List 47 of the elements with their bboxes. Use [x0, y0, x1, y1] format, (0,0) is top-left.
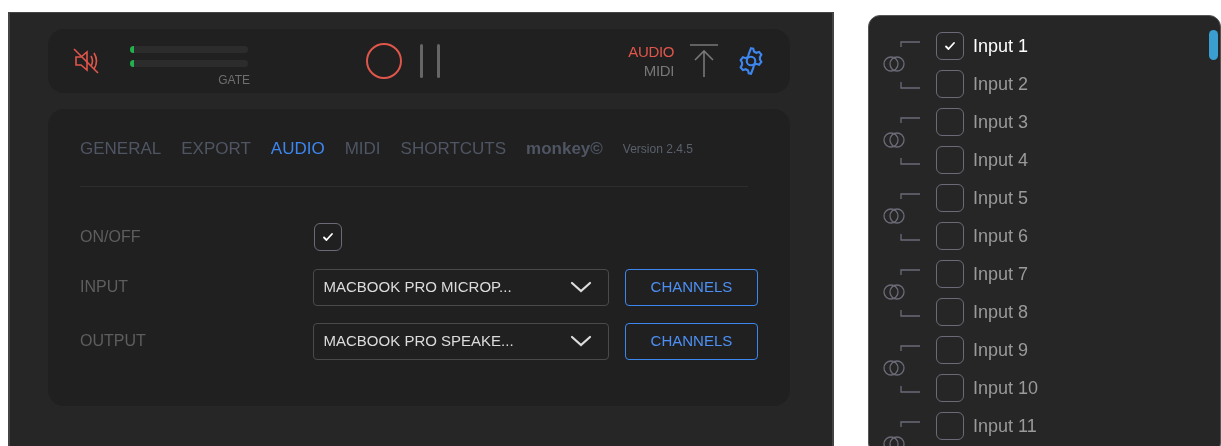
checkmark-icon: [321, 230, 335, 244]
on-off-checkbox[interactable]: [314, 223, 342, 251]
speaker-muted-icon: [71, 46, 101, 76]
record-button[interactable]: [366, 43, 402, 79]
chevron-down-icon: [569, 281, 592, 293]
channel-label: Input 9: [973, 338, 1029, 362]
device-dropdown[interactable]: MACBOOK PRO SPEAKE...: [312, 322, 609, 360]
channel-checkbox[interactable]: [936, 298, 964, 326]
device-dropdown[interactable]: MACBOOK PRO MICROP...: [312, 268, 609, 306]
channel-checkbox[interactable]: [936, 70, 964, 98]
upload-icon: [688, 43, 720, 79]
channel-checkbox[interactable]: [936, 412, 964, 440]
channel-checkbox[interactable]: [936, 374, 964, 402]
channel-label: Input 11: [973, 414, 1037, 438]
setting-label: INPUT: [80, 277, 129, 297]
channel-checkbox[interactable]: [936, 336, 964, 364]
upload-button[interactable]: [688, 43, 720, 79]
channel-label: Input 4: [973, 148, 1029, 172]
settings-tab[interactable]: MIDI: [344, 135, 381, 162]
channel-label: Input 7: [973, 262, 1029, 286]
meter-label: GATE: [218, 74, 250, 86]
channel-checkbox[interactable]: [936, 32, 964, 60]
version-text: Version 2.4.5: [622, 140, 693, 158]
channel-label: Input 1: [973, 34, 1029, 58]
channel-label: Input 6: [973, 224, 1029, 248]
channel-checkbox[interactable]: [936, 222, 964, 250]
channel-checkbox[interactable]: [936, 108, 964, 136]
channel-label: Input 2: [973, 72, 1029, 96]
mode-option[interactable]: MIDI: [643, 61, 674, 80]
channel-checkbox[interactable]: [936, 260, 964, 288]
setting-label: ON/OFF: [80, 227, 142, 247]
channel-label: Input 3: [973, 110, 1029, 134]
mode-option[interactable]: AUDIO: [628, 42, 674, 61]
channels-button[interactable]: CHANNELS: [624, 268, 758, 306]
setting-label: OUTPUT: [80, 331, 147, 351]
settings-tab[interactable]: AUDIO: [270, 135, 325, 162]
channel-label: Input 10: [973, 376, 1039, 400]
channels-button[interactable]: CHANNELS: [624, 322, 758, 360]
channel-label: Input 5: [973, 186, 1029, 210]
channel-checkbox[interactable]: [936, 184, 964, 212]
brand-name: monkey©: [526, 137, 603, 160]
channel-label: Input 8: [973, 300, 1029, 324]
channel-checkbox[interactable]: [936, 146, 964, 174]
checkmark-icon: [943, 39, 957, 53]
scrollbar-thumb: [1209, 30, 1218, 60]
pause-button[interactable]: [420, 43, 440, 79]
chevron-down-icon: [569, 335, 592, 347]
